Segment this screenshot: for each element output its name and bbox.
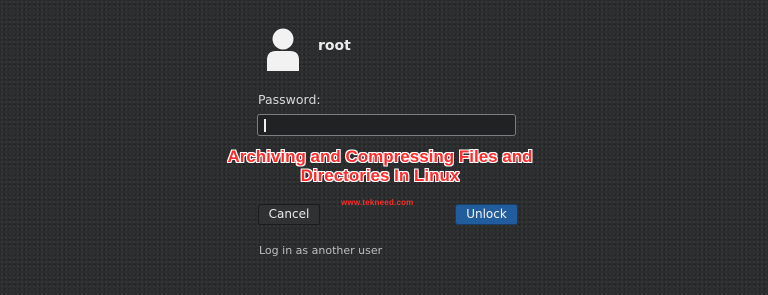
user-avatar-icon bbox=[266, 27, 300, 71]
article-title-line-1: Archiving and Compressing Files and bbox=[227, 147, 533, 166]
article-title-overlay: Archiving and Compressing Files and Dire… bbox=[200, 147, 560, 185]
log-in-as-another-user-link[interactable]: Log in as another user bbox=[259, 244, 382, 257]
article-title-line-2: Directories In Linux bbox=[300, 166, 460, 185]
text-cursor bbox=[264, 119, 266, 132]
unlock-button[interactable]: Unlock bbox=[455, 204, 518, 225]
cancel-button[interactable]: Cancel bbox=[258, 204, 320, 225]
password-field[interactable] bbox=[257, 114, 516, 136]
password-label: Password: bbox=[258, 92, 321, 107]
username-label: root bbox=[318, 38, 351, 54]
watermark: www.tekneed.com bbox=[341, 198, 414, 207]
